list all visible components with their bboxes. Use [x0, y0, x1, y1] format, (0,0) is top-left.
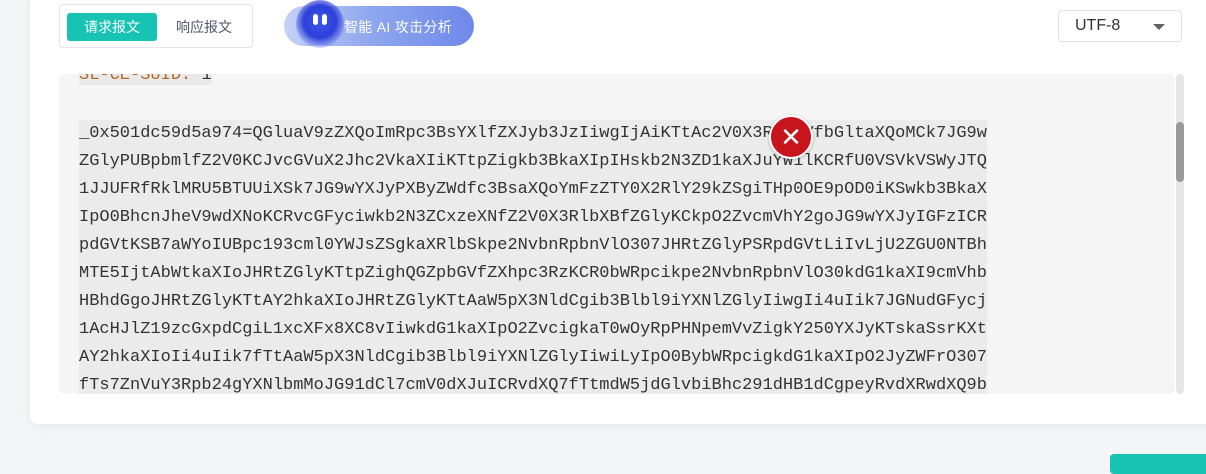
orb-eye-left [313, 14, 318, 25]
orb-eye-right [322, 14, 327, 25]
code-line: AY2hkaXIoIi4uIik7fTtAaW5pX3NldCgib3Blbl9… [79, 348, 987, 367]
message-tabs: 请求报文 响应报文 [59, 4, 253, 48]
x-close-icon[interactable]: ✕ [769, 115, 813, 159]
code-line: 1AcHJlZ19zcGxpdCgiL1xcXFx8XC8vIiwkdG1kaX… [79, 320, 987, 339]
header-value: 1 [191, 74, 212, 85]
code-line: 1JJUFRfRklMRU5BTUUiXSk7JG9wYXJyPXByZWdfc… [79, 180, 987, 199]
code-line: pdGVtKSB7aWYoIUBpc193cml0YWJsZSgkaXRlbSk… [79, 236, 987, 255]
code-line: ZGlyPUBpbmlfZ2V0KCJvcGVuX2Jhc2VkaXIiKTtp… [79, 152, 987, 171]
code-line: MTE5IjtAbWtkaXIoJHRtZGlyKTtpZighQGZpbGVf… [79, 264, 987, 283]
robot-orb-icon [296, 0, 344, 48]
ai-attack-analysis-button[interactable]: 智能 AI 攻击分析 [284, 0, 474, 48]
scrollbar-thumb[interactable] [1176, 122, 1184, 182]
ai-button-label: 智能 AI 攻击分析 [344, 19, 453, 35]
caret-down-icon [1153, 24, 1165, 30]
code-line: HBhdGgoJHRtZGlyKTtAY2hkaXIoJHRtZGlyKTtAa… [79, 292, 987, 311]
encoding-select[interactable]: UTF-8 [1058, 10, 1182, 42]
request-body: _0x501dc59d5a974=QGluaV9zZXQoImRpc3BsYXl… [79, 120, 987, 394]
code-line: IpO0BhcnJheV9wdXNoKCRvcGFyciwkb2N3ZCxzeX… [79, 208, 987, 227]
vertical-scrollbar[interactable] [1176, 74, 1184, 394]
code-line: _0x501dc59d5a974=QGluaV9zZXQoImRpc3BsYXl… [79, 124, 987, 143]
code-viewer[interactable]: SL-CE-SUID: 1 _0x501dc59d5a974=QGluaV9zZ… [59, 74, 1175, 394]
header-key: SL-CE-SUID: [79, 74, 192, 85]
encoding-value: UTF-8 [1075, 17, 1121, 34]
header-line: SL-CE-SUID: 1 [79, 74, 212, 90]
tab-response[interactable]: 响应报文 [162, 13, 246, 41]
tab-request[interactable]: 请求报文 [67, 13, 157, 41]
bottom-action-button[interactable] [1110, 454, 1206, 474]
code-line: fTs7ZnVuY3Rpb24gYXNlbmMoJG91dCl7cmV0dXJu… [79, 376, 987, 394]
